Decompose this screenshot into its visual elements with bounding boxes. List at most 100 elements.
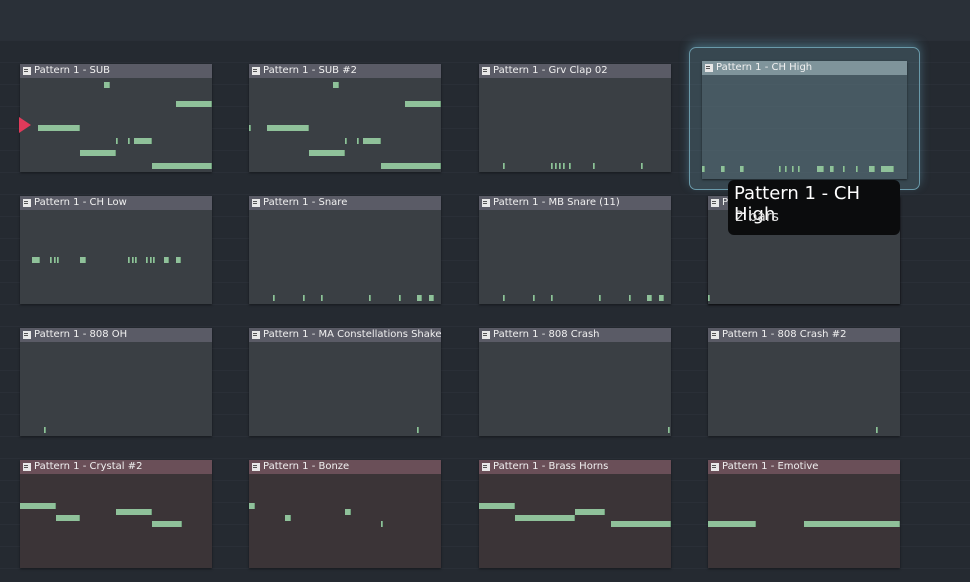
pattern-name: Pattern 1 - 808 Crash xyxy=(493,329,600,340)
note xyxy=(80,150,116,157)
pattern-name: Pattern 1 - CH High xyxy=(716,62,813,73)
pattern-icon xyxy=(252,331,260,339)
pattern-icon xyxy=(711,331,719,339)
pattern-icon xyxy=(482,463,490,471)
note xyxy=(551,162,553,169)
pattern-preview xyxy=(479,78,671,172)
pattern-icon xyxy=(252,463,260,471)
pattern-card[interactable]: Pattern 1 - 808 OH xyxy=(20,328,212,436)
pattern-title: Pattern 1 - Brass Horns xyxy=(479,460,671,474)
pattern-card[interactable]: Pattern 1 - Crystal #2 xyxy=(20,460,212,568)
pattern-title: Pattern 1 - Crystal #2 xyxy=(20,460,212,474)
note xyxy=(668,426,671,433)
pattern-card[interactable]: Pattern 1 - Grv Clap 02 xyxy=(479,64,671,172)
note xyxy=(267,125,309,132)
note xyxy=(249,502,255,509)
pattern-title: Pattern 1 - CH Low xyxy=(20,196,212,210)
note xyxy=(405,100,441,107)
note xyxy=(53,257,56,264)
pattern-card[interactable]: Pattern 1 - Snare xyxy=(249,196,441,304)
pattern-preview xyxy=(20,210,212,304)
pattern-title: Pattern 1 - SUB #2 xyxy=(249,64,441,78)
pattern-card-hover[interactable]: Pattern 1 - CH High xyxy=(689,47,920,190)
pattern-name: Pattern 1 - Bonze xyxy=(263,461,350,472)
pattern-card[interactable]: Pattern 1 - SUB xyxy=(20,64,212,172)
note xyxy=(135,257,138,264)
note xyxy=(647,294,652,301)
pattern-name: Pattern 1 - Grv Clap 02 xyxy=(493,65,608,76)
note xyxy=(429,294,434,301)
pattern-card[interactable]: Pattern 1 - Emotive xyxy=(708,460,900,568)
pattern-card[interactable]: Pattern 1 - 808 Crash #2 xyxy=(708,328,900,436)
note xyxy=(116,509,152,515)
pattern-preview xyxy=(249,210,441,304)
note xyxy=(641,162,643,169)
note xyxy=(321,294,324,301)
pattern-icon xyxy=(482,199,490,207)
note xyxy=(804,521,900,528)
note xyxy=(56,515,80,522)
note xyxy=(551,294,554,301)
pattern-preview xyxy=(479,474,671,568)
note xyxy=(708,294,711,301)
pattern-title: Pattern 1 - CH High xyxy=(702,61,907,75)
pattern-title: Pattern 1 - Emotive xyxy=(708,460,900,474)
tooltip: Pattern 1 - CH High 2 bars xyxy=(728,180,900,235)
note xyxy=(785,165,788,172)
note xyxy=(599,294,602,301)
note xyxy=(249,125,251,132)
note xyxy=(659,294,664,301)
pattern-title: Pattern 1 - MB Snare (11) xyxy=(479,196,671,210)
note xyxy=(285,515,291,522)
pattern-name: Pattern 1 - Brass Horns xyxy=(493,461,609,472)
note xyxy=(868,165,875,172)
note xyxy=(399,294,402,301)
note xyxy=(381,521,383,528)
pattern-name: Pattern 1 - MA Constellations Shaker xyxy=(263,329,441,340)
pattern-title: Pattern 1 - 808 OH xyxy=(20,328,212,342)
note xyxy=(503,162,506,169)
pattern-icon xyxy=(23,331,31,339)
pattern-preview xyxy=(249,78,441,172)
note xyxy=(32,257,41,264)
note xyxy=(417,294,422,301)
pattern-icon xyxy=(252,67,260,75)
note xyxy=(533,294,536,301)
note xyxy=(38,125,80,132)
note xyxy=(345,509,351,515)
pattern-icon xyxy=(482,331,490,339)
note xyxy=(176,100,212,107)
pattern-name: Pattern 1 - 808 OH xyxy=(34,329,128,340)
pattern-card[interactable]: Pattern 1 - Bonze xyxy=(249,460,441,568)
note xyxy=(20,502,56,509)
note xyxy=(44,426,47,433)
pattern-card[interactable]: Pattern 1 - SUB #2 xyxy=(249,64,441,172)
note xyxy=(128,137,130,144)
note xyxy=(575,509,605,515)
note xyxy=(702,165,705,172)
note xyxy=(740,165,745,172)
pattern-preview xyxy=(249,474,441,568)
note xyxy=(876,426,879,433)
note xyxy=(131,257,134,264)
pattern-preview xyxy=(20,342,212,436)
pattern-preview xyxy=(479,210,671,304)
note xyxy=(80,257,86,264)
pattern-name: Pattern 1 - MB Snare (11) xyxy=(493,197,620,208)
pattern-card[interactable]: Pattern 1 - MA Constellations Shaker xyxy=(249,328,441,436)
pattern-card[interactable]: Pattern 1 - 808 Crash xyxy=(479,328,671,436)
note xyxy=(479,502,515,509)
pattern-icon xyxy=(23,463,31,471)
pattern-card[interactable]: Pattern 1 - MB Snare (11) xyxy=(479,196,671,304)
pattern-preview xyxy=(20,474,212,568)
pattern-name: Pattern 1 - SUB #2 xyxy=(263,65,357,76)
note xyxy=(563,162,565,169)
pattern-card[interactable]: Pattern 1 - CH Low xyxy=(20,196,212,304)
note xyxy=(515,515,575,522)
pattern-name: Pattern 1 - Emotive xyxy=(722,461,819,472)
pattern-card[interactable]: Pattern 1 - CH High xyxy=(702,61,907,179)
pattern-card[interactable]: Pattern 1 - Brass Horns xyxy=(479,460,671,568)
note xyxy=(153,257,156,264)
play-position-marker xyxy=(19,117,31,133)
note xyxy=(881,165,895,172)
